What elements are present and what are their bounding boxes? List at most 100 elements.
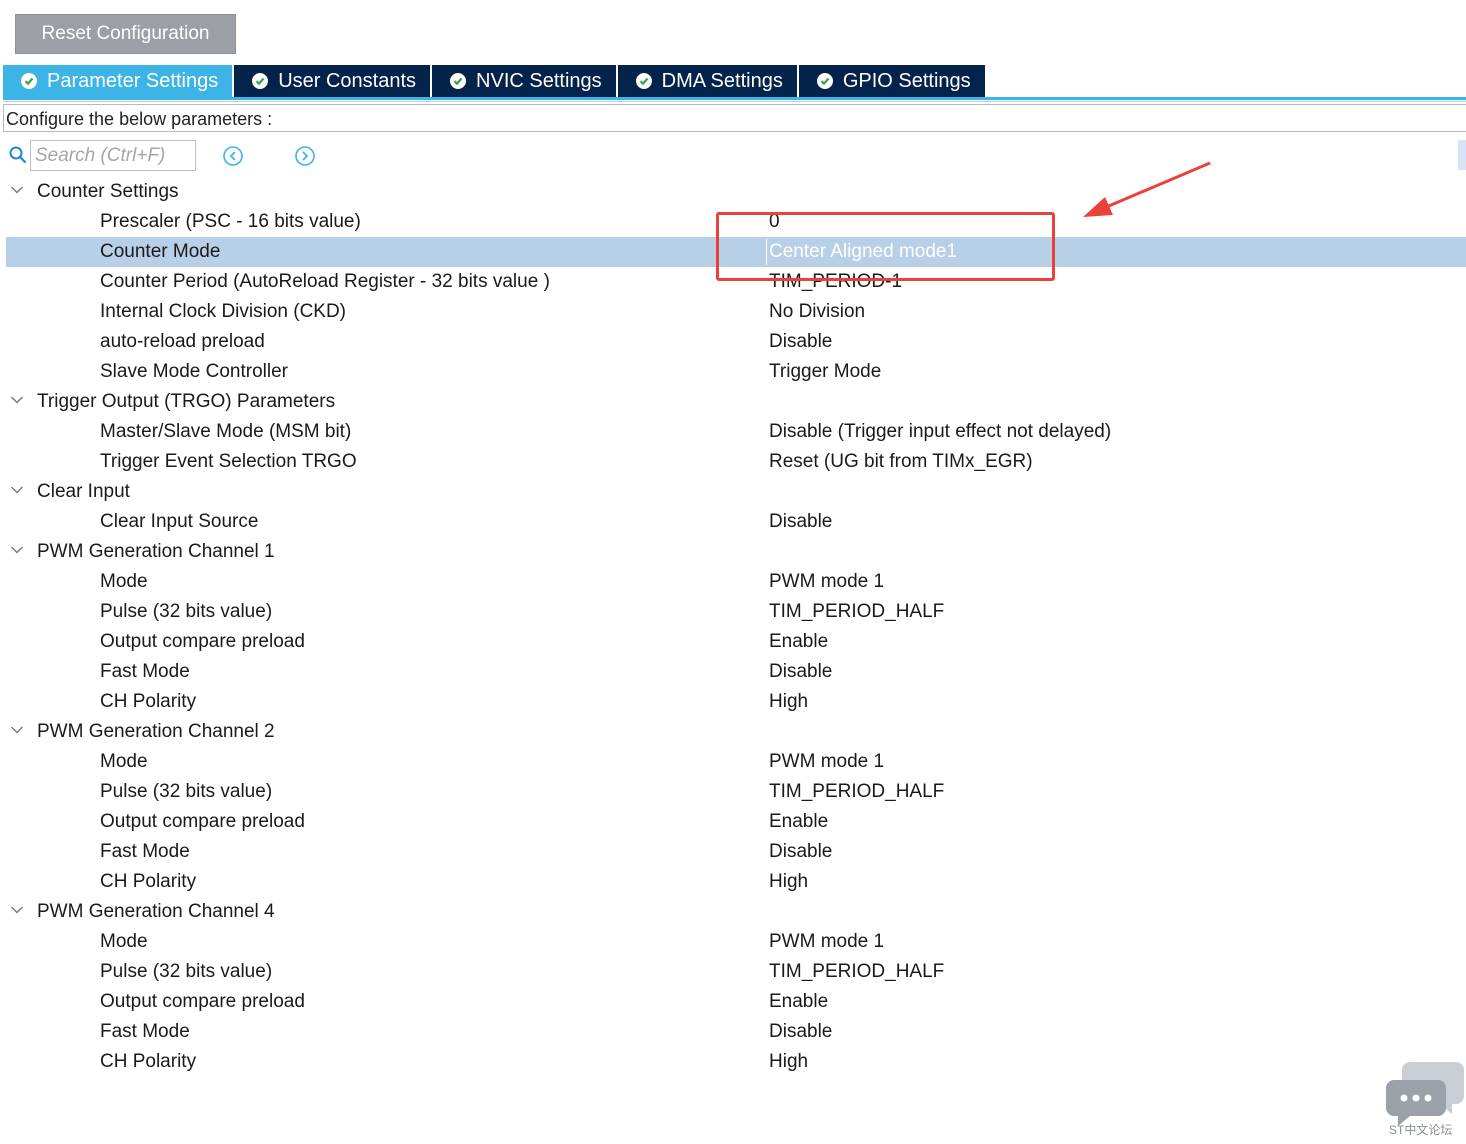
- check-circle-icon: [635, 73, 652, 89]
- param-value[interactable]: TIM_PERIOD_HALF: [769, 781, 944, 803]
- group-label: PWM Generation Channel 1: [37, 541, 275, 562]
- param-row-ch-polarity[interactable]: CH Polarity High: [6, 1047, 1466, 1077]
- param-name: Mode: [100, 571, 148, 592]
- param-row-pulse-32-bits-value[interactable]: Pulse (32 bits value) TIM_PERIOD_HALF: [6, 597, 1466, 627]
- param-name: Output compare preload: [100, 991, 305, 1012]
- param-value[interactable]: TIM_PERIOD_HALF: [769, 601, 944, 623]
- param-row-trigger-event-selection-trgo[interactable]: Trigger Event Selection TRGO Reset (UG bi…: [6, 447, 1466, 477]
- tab-dma-settings[interactable]: DMA Settings: [617, 65, 799, 97]
- param-value[interactable]: High: [769, 691, 808, 713]
- configure-parameters-label: Configure the below parameters :: [3, 104, 1466, 132]
- chevron-down-icon[interactable]: [10, 905, 24, 915]
- group-clear-input[interactable]: Clear Input: [6, 477, 1466, 507]
- tab-label: User Constants: [278, 69, 417, 92]
- param-name: Fast Mode: [100, 1021, 190, 1042]
- param-row-output-compare-preload[interactable]: Output compare preload Enable: [6, 627, 1466, 657]
- param-row-fast-mode[interactable]: Fast Mode Disable: [6, 657, 1466, 687]
- param-value[interactable]: PWM mode 1: [769, 751, 884, 773]
- group-pwm-generation-channel-2[interactable]: PWM Generation Channel 2: [6, 717, 1466, 747]
- param-row-mode[interactable]: Mode PWM mode 1: [6, 747, 1466, 777]
- param-value[interactable]: Disable: [769, 1021, 832, 1043]
- param-value[interactable]: No Division: [769, 301, 865, 323]
- tab-label: DMA Settings: [661, 69, 783, 92]
- prev-match-icon[interactable]: [222, 145, 244, 167]
- param-value[interactable]: PWM mode 1: [769, 571, 884, 593]
- check-circle-icon: [21, 73, 37, 89]
- param-value[interactable]: High: [769, 1051, 808, 1073]
- param-name: Pulse (32 bits value): [100, 961, 273, 982]
- chevron-down-icon[interactable]: [10, 185, 24, 195]
- param-name: Prescaler (PSC - 16 bits value): [100, 211, 361, 232]
- param-row-output-compare-preload[interactable]: Output compare preload Enable: [6, 807, 1466, 837]
- param-row-counter-period-autoreload-register-32-bits-value[interactable]: Counter Period (AutoReload Register - 32…: [6, 267, 1466, 297]
- param-value[interactable]: TIM_PERIOD_HALF: [769, 961, 944, 983]
- tab-parameter-settings[interactable]: Parameter Settings: [3, 65, 235, 97]
- tab-user-constants[interactable]: User Constants: [234, 65, 433, 97]
- param-value[interactable]: Disable: [769, 841, 832, 863]
- param-row-fast-mode[interactable]: Fast Mode Disable: [6, 837, 1466, 867]
- param-name: Fast Mode: [100, 661, 190, 682]
- param-value[interactable]: TIM_PERIOD-1: [769, 271, 902, 293]
- tab-label: GPIO Settings: [842, 69, 971, 92]
- param-name: Counter Period (AutoReload Register - 32…: [100, 271, 550, 292]
- param-value[interactable]: Trigger Mode: [769, 361, 881, 383]
- param-row-output-compare-preload[interactable]: Output compare preload Enable: [6, 987, 1466, 1017]
- param-value[interactable]: High: [769, 871, 808, 893]
- search-icon: [9, 146, 27, 164]
- param-row-slave-mode-controller[interactable]: Slave Mode Controller Trigger Mode: [6, 357, 1466, 387]
- group-label: Clear Input: [37, 481, 130, 502]
- param-row-pulse-32-bits-value[interactable]: Pulse (32 bits value) TIM_PERIOD_HALF: [6, 957, 1466, 987]
- group-pwm-generation-channel-4[interactable]: PWM Generation Channel 4: [6, 897, 1466, 927]
- param-row-counter-mode[interactable]: Counter Mode Center Aligned mode1: [6, 237, 1466, 267]
- search-input[interactable]: [30, 140, 196, 171]
- text-cursor: [766, 239, 767, 265]
- param-row-mode[interactable]: Mode PWM mode 1: [6, 567, 1466, 597]
- param-value[interactable]: Enable: [769, 631, 828, 653]
- param-row-ch-polarity[interactable]: CH Polarity High: [6, 867, 1466, 897]
- param-row-auto-reload-preload[interactable]: auto-reload preload Disable: [6, 327, 1466, 357]
- settings-tab-bar: Parameter Settings User Constants NVIC Set…: [3, 65, 987, 97]
- group-counter-settings[interactable]: Counter Settings: [6, 177, 1466, 207]
- param-row-pulse-32-bits-value[interactable]: Pulse (32 bits value) TIM_PERIOD_HALF: [6, 777, 1466, 807]
- param-value[interactable]: Reset (UG bit from TIMx_EGR): [769, 451, 1033, 473]
- param-value[interactable]: 0: [769, 211, 780, 233]
- param-name: Internal Clock Division (CKD): [100, 301, 347, 322]
- parameter-tree: Counter Settings Prescaler (PSC - 16 bits…: [6, 177, 1466, 1077]
- tab-underline-light: [3, 101, 1466, 102]
- watermark-text: ST中文论坛: [1389, 1123, 1453, 1137]
- param-row-prescaler-psc-16-bits-value[interactable]: Prescaler (PSC - 16 bits value) 0: [6, 207, 1466, 237]
- group-pwm-generation-channel-1[interactable]: PWM Generation Channel 1: [6, 537, 1466, 567]
- param-value[interactable]: Center Aligned mode1: [769, 241, 957, 263]
- param-value[interactable]: Disable (Trigger input effect not delaye…: [769, 421, 1111, 443]
- param-name: Master/Slave Mode (MSM bit): [100, 421, 352, 442]
- param-value[interactable]: Disable: [769, 661, 832, 683]
- param-row-ch-polarity[interactable]: CH Polarity High: [6, 687, 1466, 717]
- param-name: Mode: [100, 751, 148, 772]
- param-name: Slave Mode Controller: [100, 361, 288, 382]
- tab-gpio-settings[interactable]: GPIO Settings: [798, 65, 987, 97]
- group-trigger-output-trgo-parameters[interactable]: Trigger Output (TRGO) Parameters: [6, 387, 1466, 417]
- param-name: Output compare preload: [100, 631, 305, 652]
- param-value[interactable]: PWM mode 1: [769, 931, 884, 953]
- param-value[interactable]: Enable: [769, 991, 828, 1013]
- chevron-down-icon[interactable]: [10, 545, 24, 555]
- param-row-master-slave-mode-msm-bit[interactable]: Master/Slave Mode (MSM bit) Disable (Trig…: [6, 417, 1466, 447]
- param-name: Output compare preload: [100, 811, 305, 832]
- reset-configuration-button[interactable]: Reset Configuration: [15, 14, 236, 54]
- tab-label: NVIC Settings: [476, 69, 602, 92]
- chevron-down-icon[interactable]: [10, 725, 24, 735]
- param-name: Pulse (32 bits value): [100, 781, 273, 802]
- param-value[interactable]: Disable: [769, 511, 832, 533]
- chevron-down-icon[interactable]: [10, 485, 24, 495]
- tab-nvic-settings[interactable]: NVIC Settings: [432, 65, 618, 97]
- param-value[interactable]: Enable: [769, 811, 828, 833]
- param-row-mode[interactable]: Mode PWM mode 1: [6, 927, 1466, 957]
- param-row-fast-mode[interactable]: Fast Mode Disable: [6, 1017, 1466, 1047]
- param-row-internal-clock-division-ckd[interactable]: Internal Clock Division (CKD) No Division: [6, 297, 1466, 327]
- group-label: PWM Generation Channel 4: [37, 901, 275, 922]
- param-value[interactable]: Disable: [769, 331, 832, 353]
- chevron-down-icon[interactable]: [10, 395, 24, 405]
- param-row-clear-input-source[interactable]: Clear Input Source Disable: [6, 507, 1466, 537]
- next-match-icon[interactable]: [294, 145, 316, 167]
- scrollbar-thumb[interactable]: [1458, 140, 1466, 170]
